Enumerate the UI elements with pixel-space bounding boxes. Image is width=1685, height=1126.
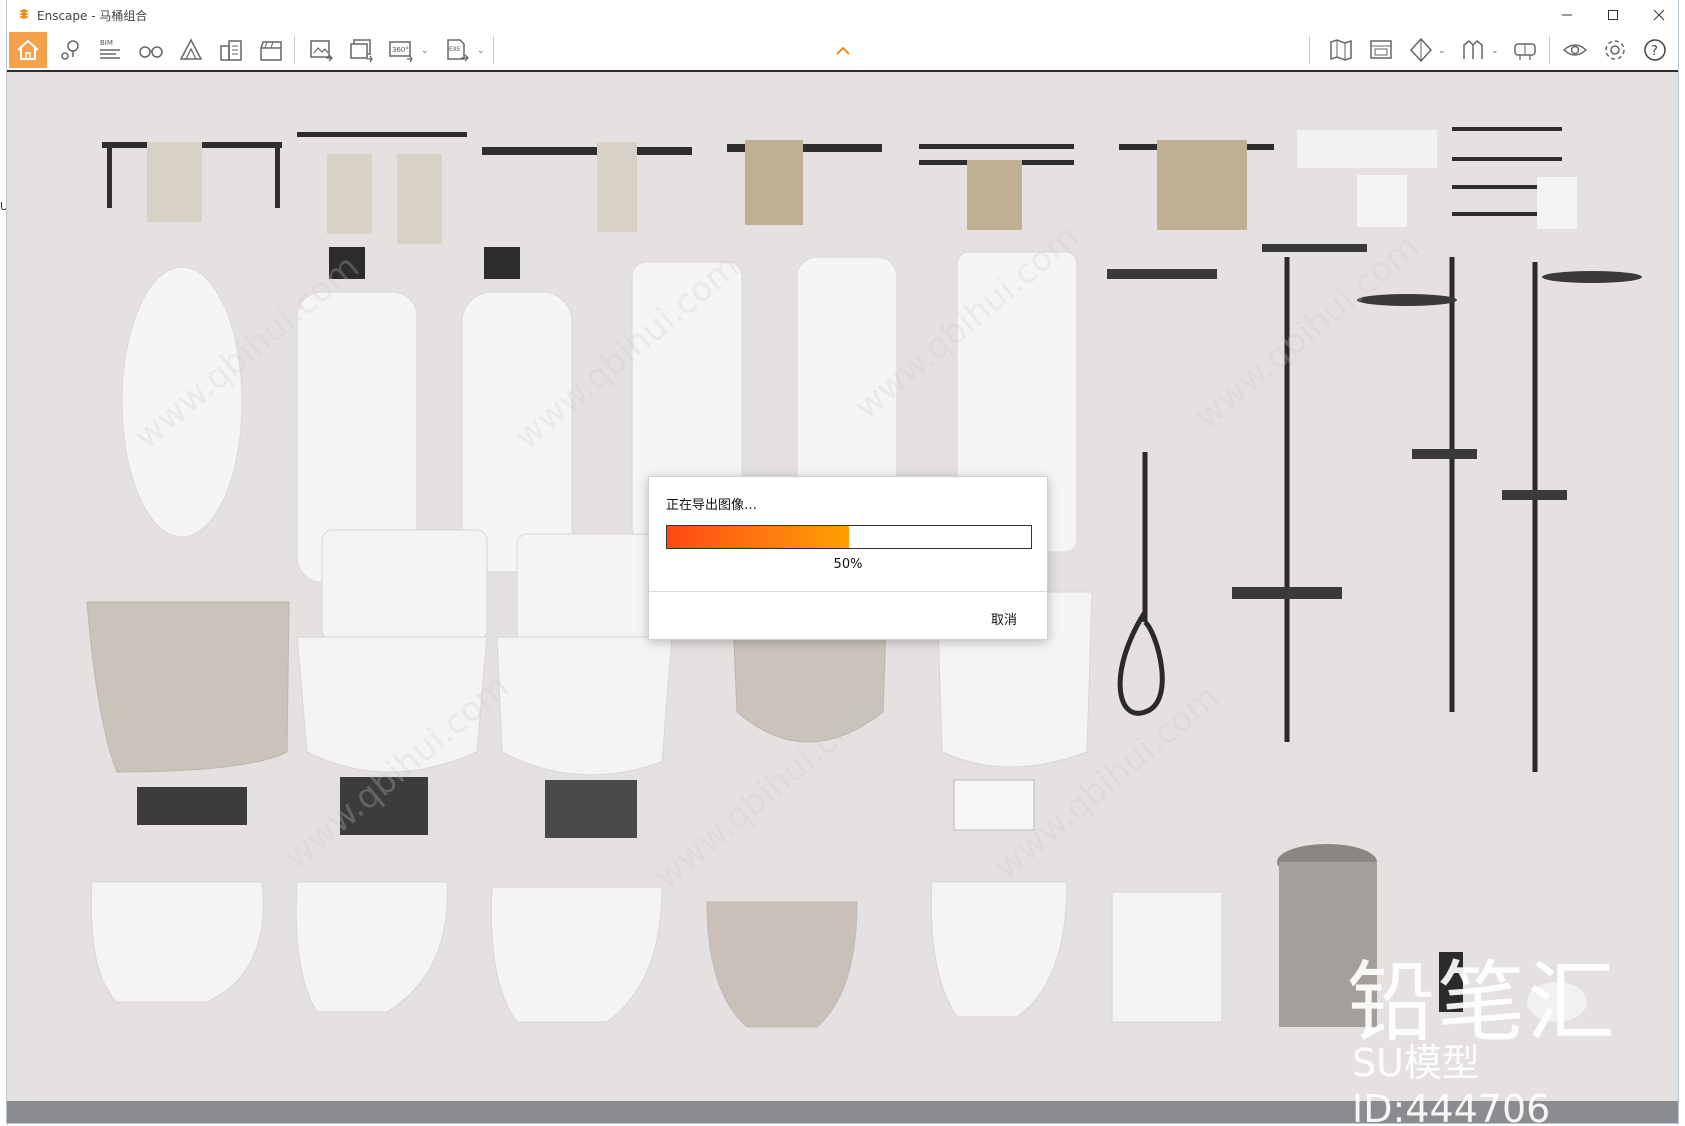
- exe-label: EXE: [449, 46, 461, 53]
- binoculars-button[interactable]: [133, 34, 169, 66]
- toolbar-separator: [493, 36, 494, 64]
- minimize-button[interactable]: [1545, 0, 1589, 30]
- clapboard-icon: [260, 41, 282, 61]
- chevron-down-icon[interactable]: ⌄: [421, 46, 429, 56]
- map-pin-icon: [61, 40, 79, 60]
- gear-icon: [1605, 40, 1625, 60]
- material-button[interactable]: [1455, 34, 1491, 66]
- close-icon: [1653, 9, 1665, 21]
- svg-text:?: ?: [1651, 44, 1658, 59]
- sky-button[interactable]: [1363, 34, 1399, 66]
- export-progress-bar: [666, 525, 1032, 549]
- map-button[interactable]: [1323, 34, 1359, 66]
- minimize-icon: [1562, 14, 1572, 16]
- section-icon: [1409, 37, 1433, 63]
- export-exe-button[interactable]: EXE: [439, 34, 475, 66]
- batch-render-button[interactable]: [343, 34, 379, 66]
- views-button[interactable]: [53, 34, 89, 66]
- buildings-icon: [220, 40, 242, 61]
- progress-fill: [667, 526, 849, 548]
- toolbar-separator: [294, 36, 295, 64]
- title-bar[interactable]: Enscape - 马桶组合: [7, 0, 1678, 30]
- chevron-down-icon[interactable]: ⌄: [477, 46, 485, 56]
- watermark-model-id: SU模型ID:444706: [1352, 1041, 1551, 1123]
- section-button[interactable]: [1403, 34, 1439, 66]
- home-button[interactable]: [9, 32, 47, 68]
- panorama-button[interactable]: 360°: [383, 34, 419, 66]
- batch-render-icon: [350, 39, 373, 63]
- asset-library-button[interactable]: [173, 34, 209, 66]
- screenshot-button[interactable]: [303, 34, 339, 66]
- asset-library-icon: [179, 38, 203, 60]
- buildings-button[interactable]: [213, 34, 249, 66]
- screenshot-icon: [310, 40, 333, 62]
- bim-icon: BIM: [100, 39, 120, 59]
- maximize-icon: [1608, 10, 1618, 20]
- toolbar-separator: [1309, 36, 1310, 64]
- dialog-divider: [649, 591, 1047, 592]
- export-status-message: 正在导出图像…: [666, 498, 758, 513]
- export-exe-icon: EXE: [447, 39, 469, 62]
- collapse-toolbar-icon[interactable]: [835, 44, 851, 56]
- toolbar-separator: [1549, 36, 1550, 64]
- window-title: Enscape - 马桶组合: [37, 9, 148, 23]
- enscape-window: Enscape - 马桶组合 BIM 360° ⌄ EXE ⌄ ⌄ ⌄ ? ww…: [7, 0, 1678, 1123]
- binoculars-icon: [139, 46, 163, 58]
- enscape-logo-icon: [19, 9, 29, 19]
- material-icon: [1463, 39, 1483, 59]
- bim-button[interactable]: BIM: [93, 34, 129, 66]
- toolbar: BIM 360° ⌄ EXE ⌄ ⌄ ⌄ ?: [7, 30, 1678, 72]
- chevron-down-icon[interactable]: ⌄: [1491, 46, 1499, 56]
- map-icon: [1330, 39, 1352, 61]
- help-button[interactable]: ?: [1637, 34, 1673, 66]
- maximize-button[interactable]: [1591, 0, 1635, 30]
- sky-icon: [1370, 40, 1392, 59]
- panorama-label: 360°: [392, 46, 409, 54]
- chevron-down-icon[interactable]: ⌄: [1438, 46, 1446, 56]
- settings-button[interactable]: [1597, 34, 1633, 66]
- export-progress-dialog: 正在导出图像… 50% 取消: [648, 476, 1048, 640]
- help-icon: ?: [1644, 39, 1666, 61]
- vr-headset-icon: [1514, 43, 1536, 60]
- home-icon: [17, 39, 39, 60]
- visual-settings-button[interactable]: [1557, 34, 1593, 66]
- clapboard-button[interactable]: [253, 34, 289, 66]
- bim-label: BIM: [100, 39, 113, 47]
- eye-icon: [1562, 44, 1588, 56]
- progress-percent: 50%: [833, 557, 863, 572]
- cancel-button[interactable]: 取消: [991, 609, 1017, 628]
- close-button[interactable]: [1637, 0, 1681, 30]
- panorama-360-icon: 360°: [389, 41, 413, 63]
- vr-headset-button[interactable]: [1507, 34, 1543, 66]
